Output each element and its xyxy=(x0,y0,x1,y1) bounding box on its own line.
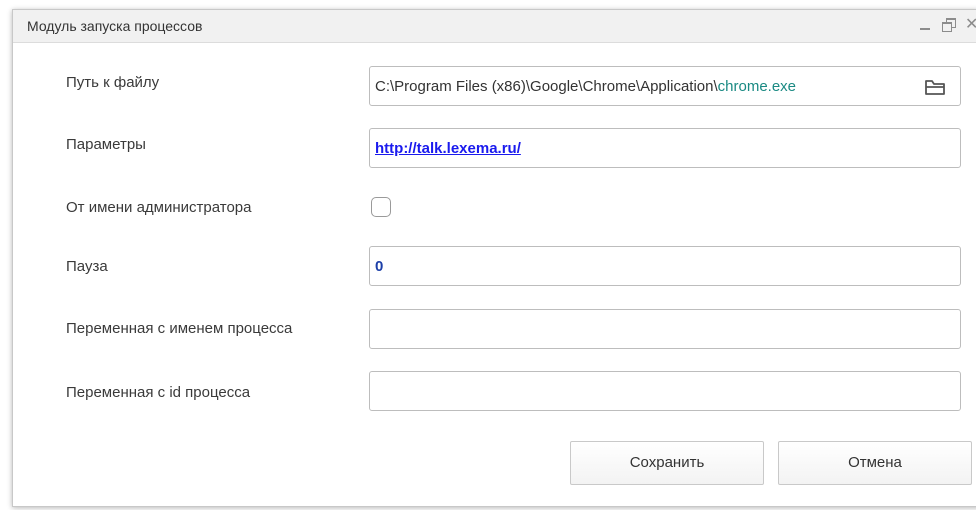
titlebar: Модуль запуска процессов ✕ xyxy=(13,10,976,43)
folder-icon[interactable] xyxy=(924,77,946,97)
pause-value: 0 xyxy=(375,258,384,275)
run-as-admin-label: От имени администратора xyxy=(66,199,252,216)
close-button[interactable]: ✕ xyxy=(964,14,976,36)
process-id-var-label: Переменная с id процесса xyxy=(66,384,251,401)
file-path-value: C:\Program Files (x86)\Google\Chrome\App… xyxy=(375,78,796,95)
pause-label: Пауза xyxy=(66,258,108,275)
save-button[interactable]: Сохранить xyxy=(570,441,764,485)
restore-button[interactable] xyxy=(941,14,956,36)
file-path-label: Путь к файлу xyxy=(66,74,160,91)
minimize-icon xyxy=(920,28,930,30)
process-name-var-label: Переменная с именем процесса xyxy=(66,320,293,337)
process-launcher-dialog: Модуль запуска процессов ✕ Путь к файлу … xyxy=(12,9,976,507)
file-path-dir: C:\Program Files (x86)\Google\Chrome\App… xyxy=(375,78,718,95)
cancel-button[interactable]: Отмена xyxy=(778,441,972,485)
run-as-admin-checkbox[interactable] xyxy=(371,197,391,217)
restore-icon xyxy=(942,22,952,32)
file-path-field[interactable]: C:\Program Files (x86)\Google\Chrome\App… xyxy=(369,66,961,106)
parameters-value[interactable]: http://talk.lexema.ru/ xyxy=(375,140,521,157)
process-name-var-field[interactable] xyxy=(369,309,961,349)
window-title: Модуль запуска процессов xyxy=(27,18,203,34)
pause-field[interactable]: 0 xyxy=(369,246,961,286)
close-icon: ✕ xyxy=(965,16,976,33)
minimize-button[interactable] xyxy=(918,14,932,36)
window-controls: ✕ xyxy=(918,14,976,36)
parameters-label: Параметры xyxy=(66,136,146,153)
process-id-var-field[interactable] xyxy=(369,371,961,411)
parameters-field[interactable]: http://talk.lexema.ru/ xyxy=(369,128,961,168)
page: Модуль запуска процессов ✕ Путь к файлу … xyxy=(0,0,976,510)
file-path-exe: chrome.exe xyxy=(717,78,797,95)
